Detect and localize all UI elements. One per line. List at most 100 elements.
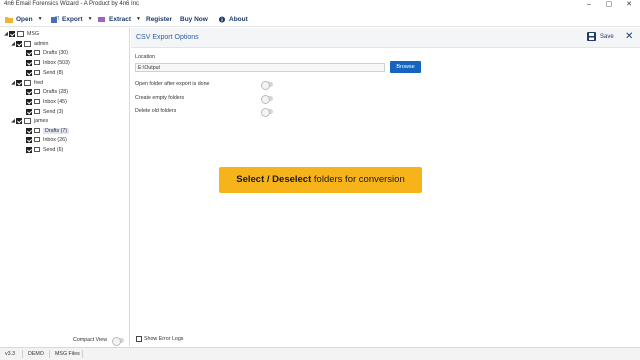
- menu-bar: Open ▼ Export ▼ Extract ▼ Register Buy Now …: [0, 11, 640, 27]
- tree-label: Send (6): [43, 146, 64, 153]
- tree-label: Inbox (45): [43, 98, 67, 105]
- checkbox[interactable]: [26, 136, 32, 143]
- folder-icon: [24, 117, 31, 124]
- tree-node-fred[interactable]: ◢ fred: [10, 78, 43, 87]
- folder-icon: [24, 79, 31, 86]
- open-folder-label: Open folder after export is done: [135, 81, 210, 87]
- folder-tree: ◢ MSG ◢ admin Drafts (30) Inbox (503) Se…: [0, 28, 130, 346]
- about-menu[interactable]: About: [218, 14, 248, 25]
- folder-icon: [24, 40, 31, 47]
- chevron-down-icon: ▼: [87, 16, 93, 22]
- export-menu[interactable]: Export ▼: [51, 14, 93, 25]
- delete-old-folders-toggle[interactable]: [261, 108, 273, 117]
- open-menu[interactable]: Open ▼: [5, 14, 43, 25]
- checkbox[interactable]: [26, 88, 32, 95]
- panel-title: CSV Export Options: [136, 34, 199, 41]
- instruction-banner: Select / Deselect folders for conversion: [219, 167, 422, 193]
- checkbox[interactable]: [26, 69, 32, 76]
- close-window-button[interactable]: ✕: [622, 0, 636, 10]
- tree-item-admin-inbox[interactable]: Inbox (503): [26, 58, 70, 67]
- tree-item-james-send[interactable]: Send (6): [26, 145, 63, 154]
- banner-text: folders for conversion: [311, 174, 405, 185]
- mail-icon: [34, 147, 40, 152]
- close-icon[interactable]: ✕: [625, 31, 633, 43]
- checkbox[interactable]: [26, 98, 32, 105]
- mail-icon: [34, 99, 40, 104]
- checkbox[interactable]: [16, 117, 22, 124]
- export-menu-label: Export: [62, 16, 83, 23]
- register-menu[interactable]: Register: [146, 14, 172, 25]
- divider: [82, 350, 83, 358]
- tree-item-fred-drafts[interactable]: Drafts (28): [26, 87, 68, 96]
- chevron-down-icon: ▼: [136, 16, 141, 22]
- info-icon: [218, 16, 226, 23]
- tree-label: Drafts (28): [43, 88, 69, 95]
- tree-node-admin[interactable]: ◢ admin: [10, 39, 48, 48]
- divider: [22, 350, 23, 358]
- tree-item-james-drafts[interactable]: Drafts (7): [26, 126, 70, 135]
- tree-label: Drafts (30): [43, 49, 69, 56]
- compact-view-label: Compact View: [73, 337, 108, 343]
- checkbox[interactable]: [9, 30, 15, 37]
- save-label: Save: [600, 33, 614, 40]
- mail-icon: [34, 109, 40, 114]
- location-input[interactable]: E:\Output: [135, 63, 385, 72]
- checkbox[interactable]: [26, 146, 32, 153]
- tree-label: Inbox (503): [43, 59, 70, 66]
- tree-label: james: [34, 117, 49, 124]
- open-folder-toggle[interactable]: [261, 81, 273, 90]
- maximize-button[interactable]: ▢: [602, 0, 616, 10]
- folder-icon: [17, 30, 24, 37]
- tree-node-james[interactable]: ◢ james: [10, 116, 48, 125]
- tree-item-admin-send[interactable]: Send (8): [26, 68, 63, 77]
- mail-icon: [34, 137, 40, 142]
- create-empty-folders-toggle[interactable]: [261, 95, 273, 104]
- extract-menu-label: Extract: [109, 16, 132, 23]
- extract-menu[interactable]: Extract ▼: [98, 14, 141, 25]
- title-bar: 4n6 Email Forensics Wizard - A Product b…: [0, 0, 640, 10]
- mail-icon: [34, 128, 40, 133]
- tree-label: Drafts (7): [43, 127, 70, 134]
- tree-item-fred-send[interactable]: Send (3): [26, 107, 63, 116]
- location-label: Location: [135, 54, 156, 60]
- buy-now-menu[interactable]: Buy Now: [180, 14, 208, 25]
- delete-old-folders-label: Delete old folders: [135, 108, 177, 114]
- tree-root-msg[interactable]: ◢ MSG: [3, 29, 39, 38]
- tree-label: MSG: [27, 30, 40, 37]
- checkbox[interactable]: [26, 108, 32, 115]
- show-error-logs-checkbox[interactable]: [136, 336, 142, 342]
- mail-icon: [34, 89, 40, 94]
- tree-item-admin-drafts[interactable]: Drafts (30): [26, 48, 68, 57]
- file-type-label: MSG Files: [55, 351, 80, 357]
- tree-label: fred: [34, 79, 44, 86]
- panel-header: CSV Export Options Save ✕: [131, 28, 640, 48]
- mail-icon: [34, 70, 40, 75]
- mail-icon: [34, 50, 40, 55]
- show-error-logs-label: Show Error Logs: [144, 336, 184, 342]
- status-bar: v3.3 DEMO MSG Files: [0, 347, 640, 360]
- tree-item-james-inbox[interactable]: Inbox (26): [26, 135, 67, 144]
- checkbox[interactable]: [16, 40, 22, 47]
- banner-bold-text: Select / Deselect: [236, 174, 312, 185]
- save-icon: [587, 32, 596, 41]
- checkbox[interactable]: [16, 79, 22, 86]
- show-error-logs[interactable]: Show Error Logs: [136, 336, 183, 342]
- about-menu-label: About: [229, 16, 248, 23]
- register-menu-label: Register: [146, 16, 173, 23]
- checkbox[interactable]: [26, 49, 32, 56]
- tree-item-fred-inbox[interactable]: Inbox (45): [26, 97, 67, 106]
- compact-view-toggle[interactable]: [112, 337, 124, 346]
- save-button[interactable]: Save: [587, 32, 614, 41]
- checkbox[interactable]: [26, 59, 32, 66]
- compact-view-row: Compact View: [0, 334, 130, 346]
- tree-label: Send (3): [43, 108, 64, 115]
- minimize-button[interactable]: –: [582, 0, 596, 10]
- checkbox[interactable]: [26, 127, 32, 134]
- export-options-panel: CSV Export Options Save ✕ Location E:\Ou…: [131, 28, 640, 346]
- folder-open-icon: [5, 17, 13, 23]
- mode-label: DEMO: [28, 351, 44, 357]
- browse-button[interactable]: Browse: [390, 61, 421, 73]
- tree-label: Inbox (26): [43, 136, 67, 143]
- export-icon: [51, 16, 59, 23]
- version-label: v3.3: [5, 351, 16, 357]
